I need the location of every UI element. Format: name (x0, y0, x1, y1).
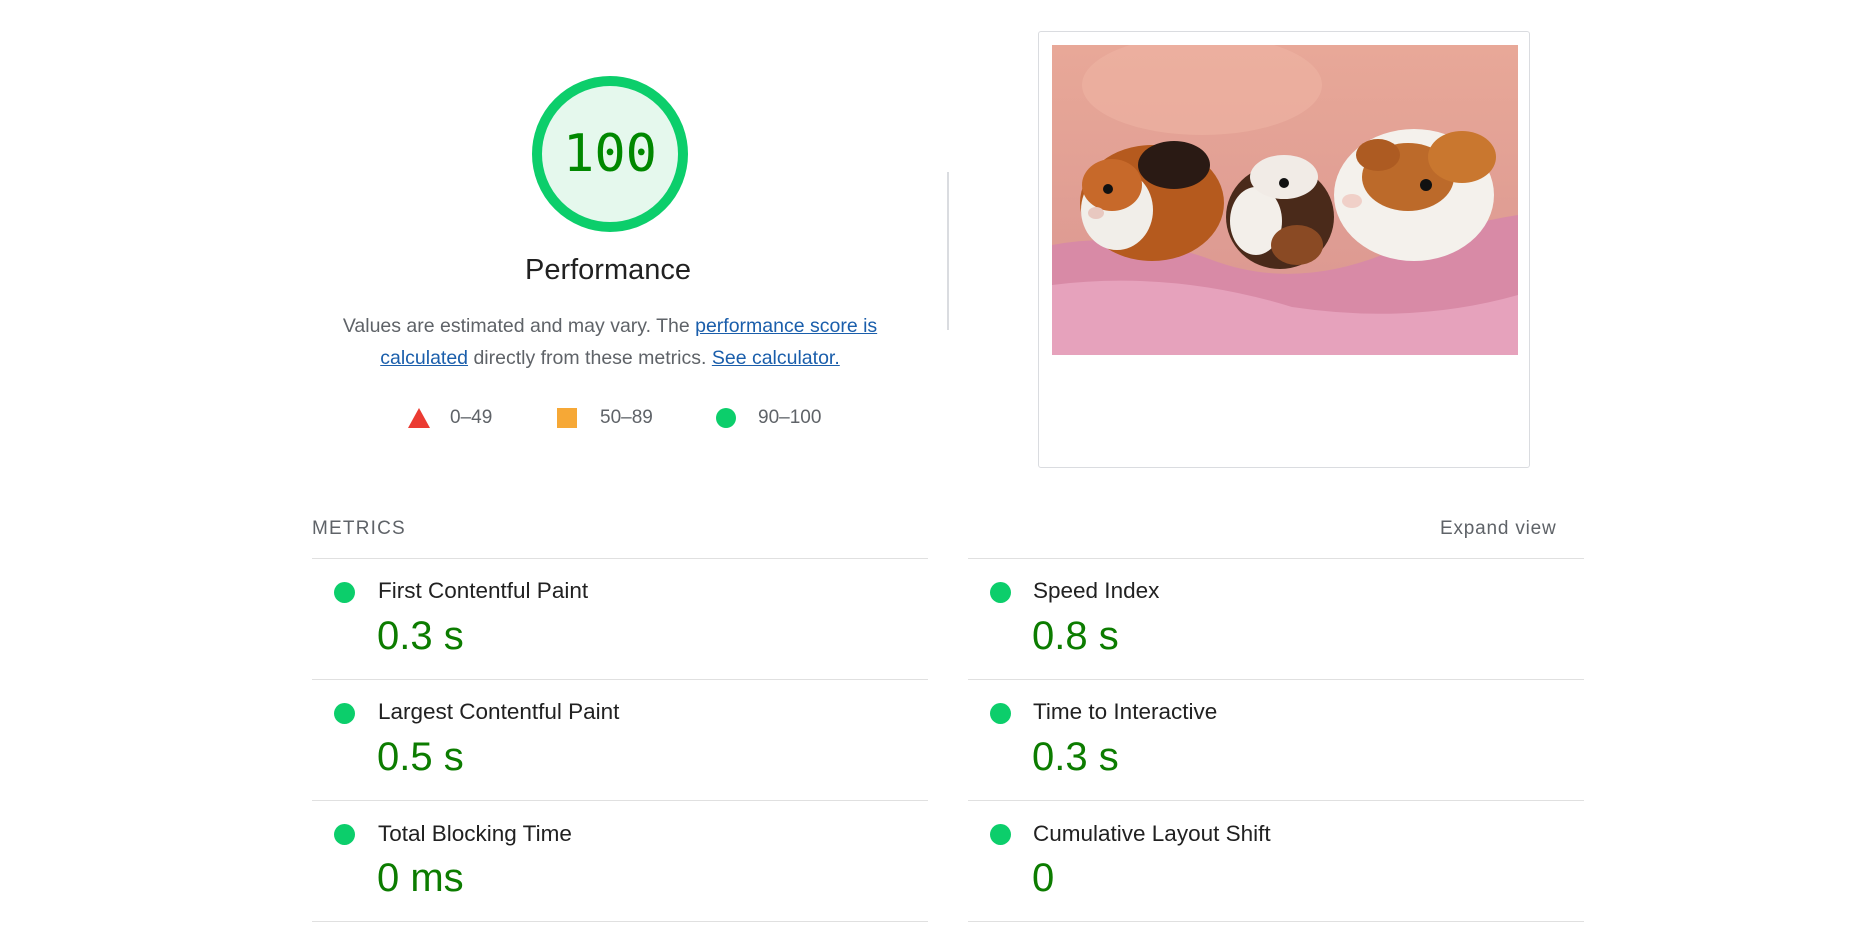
description-text-2: directly from these metrics. (468, 347, 712, 369)
square-icon (557, 408, 577, 428)
pass-circle-icon (990, 582, 1011, 603)
vertical-divider (947, 172, 949, 330)
metrics-divider (312, 679, 928, 680)
performance-gauge: 100 (530, 74, 690, 234)
metric-value: 0 (1032, 856, 1055, 900)
score-legend: 0–49 50–89 90–100 (400, 403, 860, 433)
metric-title: Time to Interactive (1033, 699, 1218, 724)
metric-title: Speed Index (1033, 578, 1160, 603)
metric-value: 0.3 s (1032, 735, 1119, 779)
see-calculator-link[interactable]: See calculator. (712, 347, 840, 369)
legend-item-pass: 90–100 (716, 403, 821, 433)
final-screenshot[interactable] (1052, 45, 1518, 355)
pass-circle-icon (334, 824, 355, 845)
legend-range-pass: 90–100 (758, 407, 822, 428)
metric-value: 0.8 s (1032, 614, 1119, 658)
circle-icon (716, 408, 736, 428)
category-title: Performance (524, 254, 691, 286)
guinea-pigs-image (1052, 45, 1518, 355)
metrics-header: METRICS (312, 518, 406, 539)
metric-title: Total Blocking Time (378, 821, 572, 846)
legend-item-fail: 0–49 (408, 403, 492, 433)
metrics-divider (968, 679, 1584, 680)
pass-circle-icon (334, 703, 355, 724)
metrics-divider (968, 800, 1584, 801)
gauge-score: 100 (563, 124, 657, 184)
description-text-1: Values are estimated and may vary. The (342, 315, 696, 337)
pass-circle-icon (334, 582, 355, 603)
metrics-divider (968, 558, 1584, 559)
legend-item-average: 50–89 (557, 403, 653, 433)
triangle-icon (408, 408, 430, 428)
metrics-divider (968, 921, 1584, 922)
metric-value: 0.5 s (377, 735, 464, 779)
metrics-divider (312, 558, 928, 559)
metric-title: Cumulative Layout Shift (1033, 821, 1271, 846)
metrics-divider (312, 800, 928, 801)
metrics-divider (312, 921, 928, 922)
expand-view-toggle[interactable]: Expand view (1440, 518, 1557, 540)
metric-title: Largest Contentful Paint (378, 699, 620, 724)
metric-value: 0 ms (377, 856, 464, 900)
legend-range-fail: 0–49 (450, 407, 493, 428)
legend-range-average: 50–89 (600, 407, 653, 428)
score-description: Values are estimated and may vary. The p… (320, 310, 900, 374)
metric-title: First Contentful Paint (378, 578, 589, 603)
pass-circle-icon (990, 824, 1011, 845)
metric-value: 0.3 s (377, 614, 464, 658)
pass-circle-icon (990, 703, 1011, 724)
